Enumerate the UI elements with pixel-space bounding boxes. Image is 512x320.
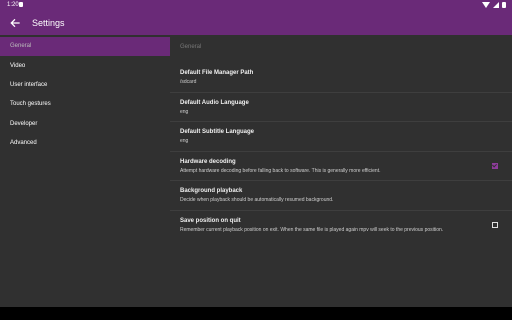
sidebar-item-user-interface[interactable]: User interface xyxy=(0,76,170,95)
back-button[interactable] xyxy=(8,16,22,30)
wifi-icon xyxy=(482,2,490,8)
pref-subtitle-language[interactable]: Default Subtitle Language eng xyxy=(170,122,512,152)
battery-icon xyxy=(502,2,506,8)
pref-summary: Decide when playback should be automatic… xyxy=(180,197,334,203)
section-header: General xyxy=(180,44,202,50)
pref-audio-language[interactable]: Default Audio Language eng xyxy=(170,93,512,122)
app-bar: Settings xyxy=(0,10,512,35)
pref-background-playback[interactable]: Background playback Decide when playback… xyxy=(170,181,512,211)
pref-summary: Attempt hardware decoding before falling… xyxy=(180,168,381,174)
pref-title: Default Subtitle Language xyxy=(180,129,255,135)
pref-file-manager-path[interactable]: Default File Manager Path /sdcard xyxy=(170,63,512,93)
status-bar: 1:20 xyxy=(0,0,512,10)
sidebar-item-video[interactable]: Video xyxy=(0,57,170,76)
status-time: 1:20 xyxy=(7,2,19,8)
sidebar-item-touch-gestures[interactable]: Touch gestures xyxy=(0,95,170,114)
pref-title: Save position on quit xyxy=(180,218,241,224)
sidebar-item-general[interactable]: General xyxy=(0,37,170,56)
pref-summary: /sdcard xyxy=(180,79,197,85)
pref-title: Default Audio Language xyxy=(180,100,249,106)
hardware-decoding-checkbox[interactable] xyxy=(492,163,498,169)
pref-summary: eng xyxy=(180,109,189,115)
pref-save-position[interactable]: Save position on quit Remember current p… xyxy=(170,211,512,241)
sd-card-icon xyxy=(19,2,23,7)
sidebar-item-advanced[interactable]: Advanced xyxy=(0,134,170,153)
pref-title: Default File Manager Path xyxy=(180,70,254,76)
settings-content: General Video User interface Touch gestu… xyxy=(0,35,512,307)
pref-title: Hardware decoding xyxy=(180,159,236,165)
pref-hardware-decoding[interactable]: Hardware decoding Attempt hardware decod… xyxy=(170,152,512,181)
signal-icon xyxy=(493,2,499,8)
arrow-back-icon xyxy=(10,18,20,28)
system-navigation-bar xyxy=(0,307,512,320)
page-title: Settings xyxy=(32,18,65,28)
sidebar-item-developer[interactable]: Developer xyxy=(0,115,170,134)
status-icons xyxy=(482,2,506,8)
pref-summary: Remember current playback position on ex… xyxy=(180,227,444,233)
sidebar: General Video User interface Touch gestu… xyxy=(0,35,170,307)
save-position-checkbox[interactable] xyxy=(492,222,498,228)
preferences-pane: General Default File Manager Path /sdcar… xyxy=(170,35,512,307)
pref-summary: eng xyxy=(180,138,189,144)
pref-title: Background playback xyxy=(180,188,243,194)
